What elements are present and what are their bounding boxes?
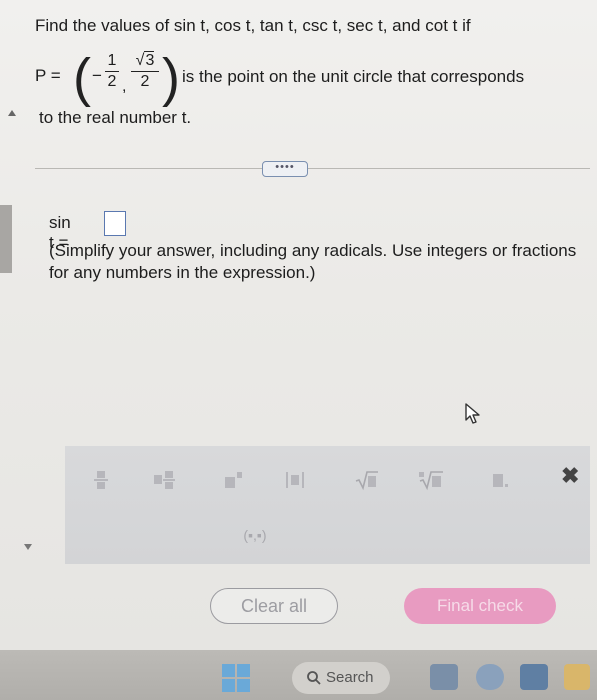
fraction-bar (131, 71, 159, 72)
answer-input[interactable] (104, 211, 126, 236)
ordered-pair-icon: (▪,▪) (243, 527, 267, 543)
math-input-toolbar: (▪,▪) ✖ (65, 446, 590, 564)
search-icon (307, 671, 321, 685)
absolute-value-button[interactable] (271, 464, 319, 498)
close-toolbar-button[interactable]: ✖ (555, 462, 581, 488)
scroll-down-arrow-icon[interactable] (24, 544, 32, 550)
mixed-number-button[interactable] (141, 464, 189, 498)
ordered-pair-button[interactable]: (▪,▪) (229, 518, 281, 552)
taskbar-search[interactable]: Search (292, 662, 390, 694)
point-label: P = (35, 66, 61, 85)
radicand: 3 (144, 51, 155, 69)
fraction-numerator: 1 (107, 52, 117, 69)
windows-start-icon[interactable] (222, 664, 252, 694)
section-divider (35, 168, 590, 169)
task-view-icon[interactable] (430, 664, 458, 690)
fraction-denominator: 2 (140, 73, 150, 90)
fraction-bar (105, 71, 119, 72)
mixed-number-icon (154, 470, 175, 489)
y-coordinate-fraction: √3 2 (131, 51, 159, 91)
x-coordinate-fraction: 1 2 (105, 52, 119, 91)
chat-app-icon[interactable] (476, 664, 504, 690)
decimal-icon (493, 473, 508, 487)
mouse-pointer-icon (465, 403, 480, 424)
scroll-up-arrow-icon[interactable] (8, 110, 16, 116)
square-root-button[interactable] (343, 464, 391, 498)
fraction-icon (94, 470, 108, 489)
search-label: Search (326, 669, 374, 686)
right-paren: ) (162, 48, 180, 108)
nth-root-icon (419, 470, 443, 490)
question-line-3: to the real number t. (39, 108, 192, 127)
exponent-button[interactable] (209, 464, 257, 498)
point-expression: P = ( − 1 2 , √3 2 ) is the point on the… (35, 48, 595, 108)
screen: Find the values of sin t, cos t, tan t, … (0, 0, 597, 650)
close-icon: ✖ (561, 463, 580, 488)
fraction-denominator: 2 (107, 73, 117, 90)
final-check-button[interactable]: Final check (404, 588, 556, 624)
coordinate-comma: , (122, 78, 127, 95)
question-line-1: Find the values of sin t, cos t, tan t, … (35, 16, 471, 35)
clear-all-button[interactable]: Clear all (210, 588, 338, 624)
absolute-value-icon (286, 471, 304, 488)
exponent-icon (225, 471, 242, 488)
fraction-numerator: √3 (131, 51, 159, 70)
taskbar: Search (0, 650, 597, 700)
point-description: is the point on the unit circle that cor… (182, 67, 525, 86)
nth-root-button[interactable] (407, 464, 455, 498)
square-root-icon (355, 470, 378, 490)
fraction-button[interactable] (77, 464, 125, 498)
left-scrollbar[interactable] (0, 205, 12, 273)
more-options-button[interactable]: •••• (262, 161, 308, 177)
browser-app-icon[interactable] (520, 664, 548, 690)
file-explorer-icon[interactable] (564, 664, 590, 690)
answer-hint: (Simplify your answer, including any rad… (49, 241, 577, 282)
decimal-button[interactable] (477, 464, 525, 498)
minus-sign: − (92, 66, 102, 85)
left-paren: ( (73, 48, 91, 108)
